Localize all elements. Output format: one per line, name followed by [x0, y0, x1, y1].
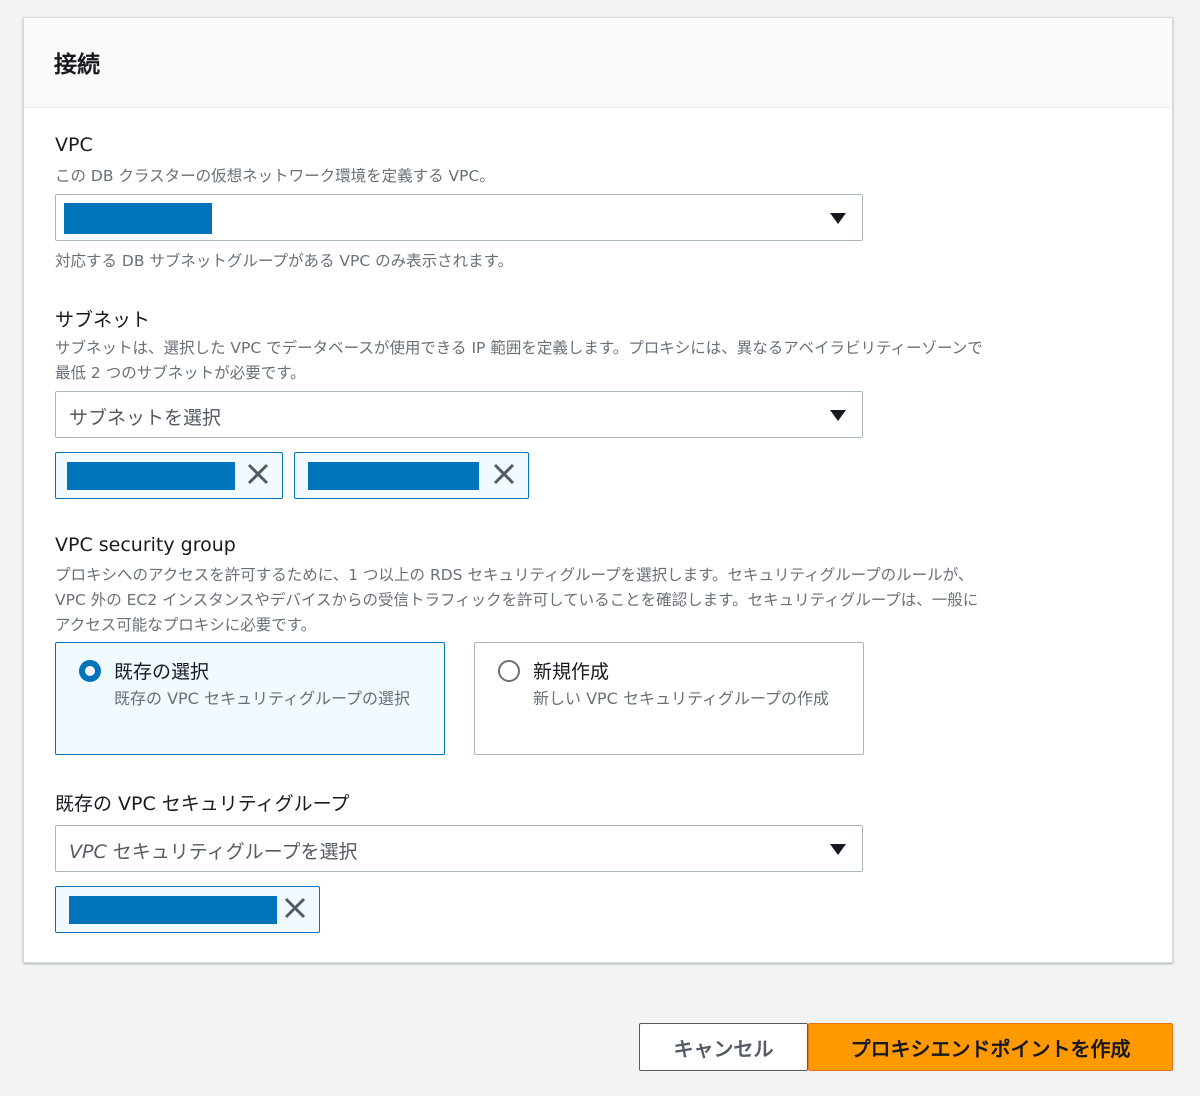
vpc-description: この DB クラスターの仮想ネットワーク環境を定義する VPC。 — [55, 167, 495, 185]
caret-down-icon — [830, 410, 846, 421]
radio-option-title: 既存の選択 — [114, 661, 210, 683]
radio-unselected-icon[interactable] — [498, 660, 520, 682]
caret-down-icon — [830, 213, 846, 224]
create-proxy-endpoint-button[interactable]: プロキシエンドポイントを作成 — [808, 1023, 1173, 1071]
radio-selected-icon[interactable] — [79, 660, 101, 682]
caret-down-icon — [830, 844, 846, 855]
radio-option-description: 新しい VPC セキュリティグループの作成 — [533, 689, 830, 708]
close-icon[interactable] — [491, 461, 517, 487]
panel-header: 接続 — [24, 18, 1172, 108]
section-title: 接続 — [54, 52, 100, 78]
subnet-placeholder: サブネットを選択 — [69, 407, 222, 429]
security-group-description: プロキシへのアクセスを許可するために、1 つ以上の RDS セキュリティグループ… — [55, 566, 979, 634]
vpc-hint: 対応する DB サブネットグループがある VPC のみ表示されます。 — [55, 252, 514, 270]
existing-sg-select[interactable]: VPC セキュリティグループを選択 — [55, 825, 863, 872]
cancel-button[interactable]: キャンセル — [639, 1023, 808, 1071]
existing-sg-label: 既存の VPC セキュリティグループ — [55, 793, 350, 815]
redacted-subnet-value — [308, 462, 479, 490]
close-icon[interactable] — [245, 461, 271, 487]
subnet-select[interactable]: サブネットを選択 — [55, 391, 863, 438]
redacted-security-group-value — [69, 896, 277, 924]
security-group-label: VPC security group — [55, 534, 236, 556]
subnet-token — [55, 452, 283, 499]
radio-option-title: 新規作成 — [533, 661, 610, 683]
radio-option-new[interactable]: 新規作成 新しい VPC セキュリティグループの作成 — [474, 642, 864, 755]
subnet-token — [294, 452, 529, 499]
connection-panel: 接続 VPC この DB クラスターの仮想ネットワーク環境を定義する VPC。 … — [23, 17, 1173, 963]
security-group-token — [55, 886, 320, 933]
redacted-vpc-value — [64, 203, 212, 234]
radio-option-existing[interactable]: 既存の選択 既存の VPC セキュリティグループの選択 — [55, 642, 445, 755]
radio-option-description: 既存の VPC セキュリティグループの選択 — [114, 689, 411, 708]
vpc-label: VPC — [55, 134, 93, 156]
subnet-description: サブネットは、選択した VPC でデータベースが使用できる IP 範囲を定義しま… — [55, 339, 983, 382]
existing-sg-placeholder: VPC セキュリティグループを選択 — [69, 841, 358, 863]
close-icon[interactable] — [282, 895, 308, 921]
redacted-subnet-value — [67, 462, 235, 490]
subnet-label: サブネット — [55, 309, 151, 331]
vpc-select[interactable] — [55, 194, 863, 241]
